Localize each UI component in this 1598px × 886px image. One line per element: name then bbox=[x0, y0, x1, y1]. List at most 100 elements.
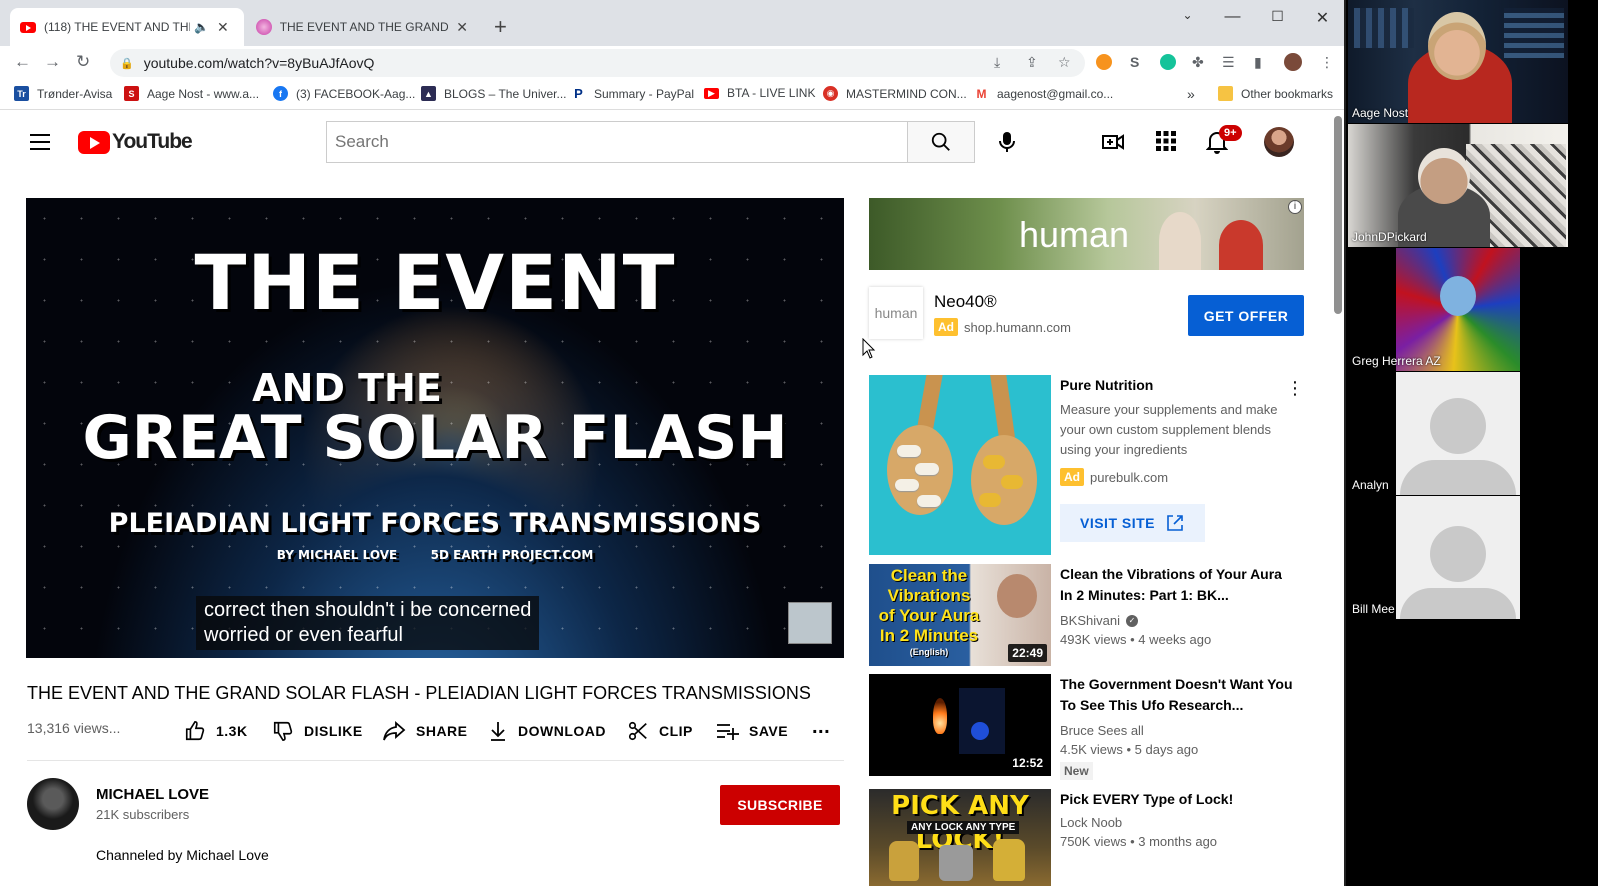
channel-avatar[interactable] bbox=[27, 778, 79, 830]
like-button[interactable]: 1.3K bbox=[184, 720, 248, 742]
browser-window: (118) THE EVENT AND THE G 🔈 ✕ THE EVENT … bbox=[0, 0, 1346, 886]
browser-menu-icon[interactable]: ⋮ bbox=[1320, 54, 1334, 71]
video-thumbnail[interactable]: PICK ANY LOCK! ANY LOCK ANY TYPE bbox=[869, 789, 1051, 886]
bookmark-item[interactable]: Maagenost@gmail.co... bbox=[974, 86, 1113, 101]
share-button[interactable]: SHARE bbox=[382, 720, 468, 742]
participant-tile[interactable]: Analyn bbox=[1348, 372, 1520, 495]
advertiser-logo[interactable]: human bbox=[869, 287, 923, 339]
bookmark-item[interactable]: ▶ BTA - LIVE LINK bbox=[704, 86, 815, 100]
banner-ad[interactable]: human i bbox=[869, 198, 1304, 270]
banner-brand: human bbox=[1019, 214, 1130, 255]
install-icon[interactable]: ⤓ bbox=[994, 54, 1000, 71]
participant-tile[interactable]: JohnDPickard bbox=[1348, 124, 1568, 247]
new-tab-button[interactable]: + bbox=[484, 8, 518, 46]
dislike-button[interactable]: DISLIKE bbox=[272, 720, 363, 742]
subscribe-button[interactable]: SUBSCRIBE bbox=[720, 785, 840, 825]
video-player[interactable]: THE EVENT AND THE GREAT SOLAR FLASH PLEI… bbox=[26, 198, 844, 658]
account-avatar[interactable] bbox=[1264, 127, 1294, 157]
avatar-placeholder-icon bbox=[1430, 526, 1486, 582]
more-options-icon[interactable]: ⋮ bbox=[1286, 378, 1304, 399]
search-button[interactable] bbox=[907, 121, 975, 163]
download-button[interactable]: DOWNLOAD bbox=[488, 720, 606, 742]
bookmark-item[interactable]: f (3) FACEBOOK-Aag... bbox=[273, 86, 415, 101]
ad-info-icon[interactable]: i bbox=[1288, 200, 1302, 214]
search-input[interactable] bbox=[326, 121, 908, 163]
tab-title: THE EVENT AND THE GRAND SO bbox=[279, 20, 449, 34]
extension-s-icon[interactable]: S bbox=[1130, 54, 1139, 70]
microphone-icon[interactable] bbox=[997, 130, 1017, 154]
share-arrow-icon bbox=[383, 721, 406, 741]
forward-icon[interactable]: → bbox=[44, 52, 61, 72]
tab-close-icon[interactable]: ✕ bbox=[217, 19, 229, 36]
thumbnail-text: THE EVENT bbox=[194, 238, 676, 327]
apps-grid-icon[interactable] bbox=[1155, 130, 1177, 152]
video-title[interactable]: Pick EVERY Type of Lock! bbox=[1060, 789, 1295, 810]
video-thumbnail[interactable]: 12:52 bbox=[869, 674, 1051, 776]
channel-name[interactable]: Lock Noob bbox=[1060, 815, 1122, 830]
video-thumbnail[interactable]: Clean the Vibrations of Your Aura In 2 M… bbox=[869, 564, 1051, 666]
bookmark-item[interactable]: Tr Trønder-Avisa bbox=[14, 86, 112, 101]
menu-icon[interactable] bbox=[30, 134, 50, 150]
scissors-icon bbox=[628, 721, 647, 741]
new-badge: New bbox=[1060, 762, 1093, 780]
thumbnail-text: BY MICHAEL LOVE 5D EARTH PROJECT.COM bbox=[276, 548, 594, 562]
bookmark-item[interactable]: ◉ MASTERMIND CON... bbox=[823, 86, 967, 101]
video-meta: 4.5K views • 5 days ago bbox=[1060, 742, 1199, 757]
visit-site-button[interactable]: VISIT SITE bbox=[1060, 504, 1205, 542]
tab-second-video[interactable]: THE EVENT AND THE GRAND SO ✕ bbox=[246, 8, 478, 46]
blog-icon: ▲ bbox=[421, 86, 436, 101]
back-icon[interactable]: ← bbox=[14, 52, 31, 72]
close-window-icon[interactable]: ✕ bbox=[1300, 8, 1344, 28]
extension-grammarly-icon[interactable] bbox=[1160, 54, 1176, 70]
maximize-icon[interactable]: ☐ bbox=[1255, 8, 1300, 25]
extension-brave-icon[interactable] bbox=[1096, 54, 1112, 70]
reload-icon[interactable]: ↻ bbox=[76, 52, 90, 72]
more-actions-icon[interactable]: ... bbox=[812, 716, 830, 739]
video-end-card-thumbnail[interactable] bbox=[788, 602, 832, 644]
channel-name[interactable]: MICHAEL LOVE bbox=[96, 786, 209, 803]
search-icon bbox=[931, 132, 950, 151]
bookmark-item[interactable]: ▲ BLOGS – The Univer... bbox=[421, 86, 567, 101]
bookmark-item[interactable]: S Aage Nost - www.a... bbox=[124, 86, 259, 101]
create-video-icon[interactable] bbox=[1101, 130, 1125, 154]
participant-tile[interactable]: Aage Nost bbox=[1348, 0, 1568, 123]
video-title[interactable]: The Government Doesn't Want You To See T… bbox=[1060, 674, 1295, 716]
participant-name: Bill Mee bbox=[1352, 602, 1395, 616]
ad-thumbnail[interactable] bbox=[869, 375, 1051, 555]
channel-name[interactable]: Bruce Sees all bbox=[1060, 723, 1144, 738]
participant-tile[interactable]: Bill Mee bbox=[1348, 496, 1520, 619]
speaker-icon[interactable]: 🔈 bbox=[194, 20, 209, 34]
profile-avatar-icon[interactable] bbox=[1284, 53, 1302, 71]
youtube-logo[interactable]: YouTube bbox=[78, 130, 193, 154]
participant-tile[interactable]: Greg Herrera AZ bbox=[1348, 248, 1520, 371]
bookmark-star-icon[interactable]: ☆ bbox=[1058, 54, 1071, 71]
tab-youtube-video[interactable]: (118) THE EVENT AND THE G 🔈 ✕ bbox=[10, 8, 244, 46]
clip-button[interactable]: CLIP bbox=[627, 720, 693, 742]
minimize-icon[interactable]: — bbox=[1210, 8, 1255, 26]
thumbnail-text: GREAT SOLAR FLASH bbox=[82, 403, 788, 473]
tab-close-icon[interactable]: ✕ bbox=[456, 19, 468, 36]
bookmarks-overflow-button[interactable]: » bbox=[1187, 86, 1195, 102]
ad-title[interactable]: Pure Nutrition bbox=[1060, 377, 1153, 393]
scrollbar-thumb[interactable] bbox=[1334, 116, 1342, 314]
bookmark-item[interactable]: P Summary - PayPal bbox=[571, 86, 694, 101]
video-title: THE EVENT AND THE GRAND SOLAR FLASH - PL… bbox=[27, 683, 811, 703]
ad-title[interactable]: Neo40® bbox=[934, 292, 997, 312]
ad-badge: Ad bbox=[934, 318, 958, 336]
other-bookmarks-folder[interactable]: Other bookmarks bbox=[1218, 86, 1333, 101]
video-title[interactable]: Clean the Vibrations of Your Aura In 2 M… bbox=[1060, 564, 1295, 606]
video-description[interactable]: Channeled by Michael Love bbox=[96, 847, 269, 863]
participant-name: Aage Nost bbox=[1352, 106, 1409, 120]
extensions-puzzle-icon[interactable]: ✤ bbox=[1192, 54, 1204, 71]
get-offer-button[interactable]: GET OFFER bbox=[1188, 295, 1304, 336]
save-button[interactable]: SAVE bbox=[715, 720, 788, 742]
channel-name[interactable]: BKShivani ✓ bbox=[1060, 613, 1138, 628]
video-duration: 12:52 bbox=[1008, 754, 1047, 772]
tab-search-icon[interactable]: ⌄ bbox=[1165, 8, 1210, 22]
side-panel-icon[interactable]: ▮ bbox=[1254, 54, 1262, 71]
view-count[interactable]: 13,316 views... bbox=[27, 720, 120, 736]
address-bar[interactable]: 🔒 youtube.com/watch?v=8yBuAJfAovQ bbox=[110, 49, 1085, 77]
lock-icon[interactable]: 🔒 bbox=[120, 57, 134, 70]
share-page-icon[interactable]: ⇪ bbox=[1026, 54, 1038, 71]
reading-list-icon[interactable]: ☰ bbox=[1222, 54, 1235, 71]
